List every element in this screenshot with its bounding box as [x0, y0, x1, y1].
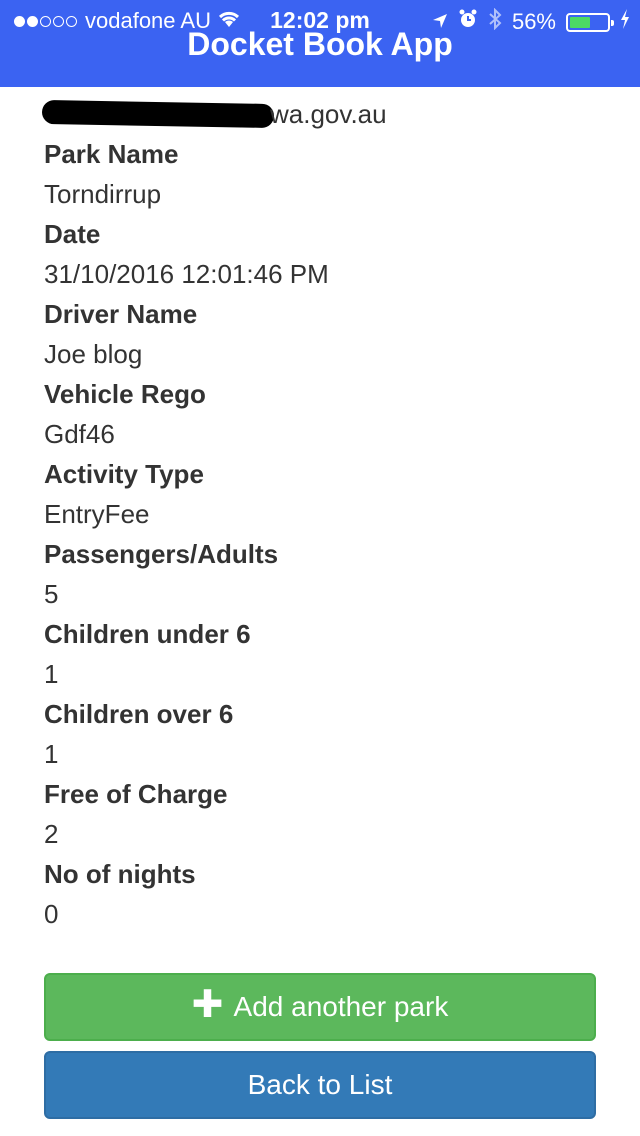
field-value: EntryFee	[44, 499, 150, 529]
field-children-under-6: Children under 6 1	[44, 614, 596, 694]
field-park-name: Park Name Torndirrup	[44, 134, 596, 214]
field-label: Children under 6	[44, 619, 251, 649]
field-value: 1	[44, 659, 59, 689]
app-header: vodafone AU 12:02 pm 56% Docket Book App	[0, 0, 640, 87]
field-label: Vehicle Rego	[44, 379, 206, 409]
field-value: Torndirrup	[44, 179, 162, 209]
field-value: 31/10/2016 12:01:46 PM	[44, 259, 329, 289]
plus-icon: ✚	[191, 984, 224, 1026]
field-label: Activity Type	[44, 459, 204, 489]
back-to-list-label: Back to List	[247, 1069, 393, 1100]
field-children-over-6: Children over 6 1	[44, 694, 596, 774]
field-vehicle-rego: Vehicle Rego Gdf46	[44, 374, 596, 454]
field-no-of-nights: No of nights 0	[44, 854, 596, 934]
add-another-park-label: Add another park	[233, 991, 449, 1022]
field-label: Park Name	[44, 139, 179, 169]
field-free-of-charge: Free of Charge 2	[44, 774, 596, 854]
field-value: Joe blog	[44, 339, 143, 369]
email-domain: wa.gov.au	[270, 99, 387, 129]
field-activity-type: Activity Type EntryFee	[44, 454, 596, 534]
field-value: 0	[44, 899, 59, 929]
field-driver-name: Driver Name Joe blog	[44, 294, 596, 374]
field-value: Gdf46	[44, 419, 115, 449]
field-label: Driver Name	[44, 299, 198, 329]
field-label: Passengers/Adults	[44, 539, 279, 569]
add-another-park-button[interactable]: ✚ Add another park	[44, 973, 596, 1041]
field-value: 5	[44, 579, 59, 609]
field-value: 1	[44, 739, 59, 769]
page-title: Docket Book App	[187, 26, 453, 62]
email-row: wa.gov.au	[41, 96, 596, 134]
field-value: 2	[44, 819, 59, 849]
field-label: No of nights	[44, 859, 196, 889]
docket-details: wa.gov.au Park Name Torndirrup Date 31/1…	[41, 96, 596, 934]
back-to-list-button[interactable]: Back to List	[44, 1051, 596, 1119]
field-label: Free of Charge	[44, 779, 228, 809]
field-date: Date 31/10/2016 12:01:46 PM	[44, 214, 596, 294]
field-label: Children over 6	[44, 699, 234, 729]
field-label: Date	[44, 219, 101, 249]
email-redaction	[41, 99, 275, 129]
field-passengers-adults: Passengers/Adults 5	[44, 534, 596, 614]
